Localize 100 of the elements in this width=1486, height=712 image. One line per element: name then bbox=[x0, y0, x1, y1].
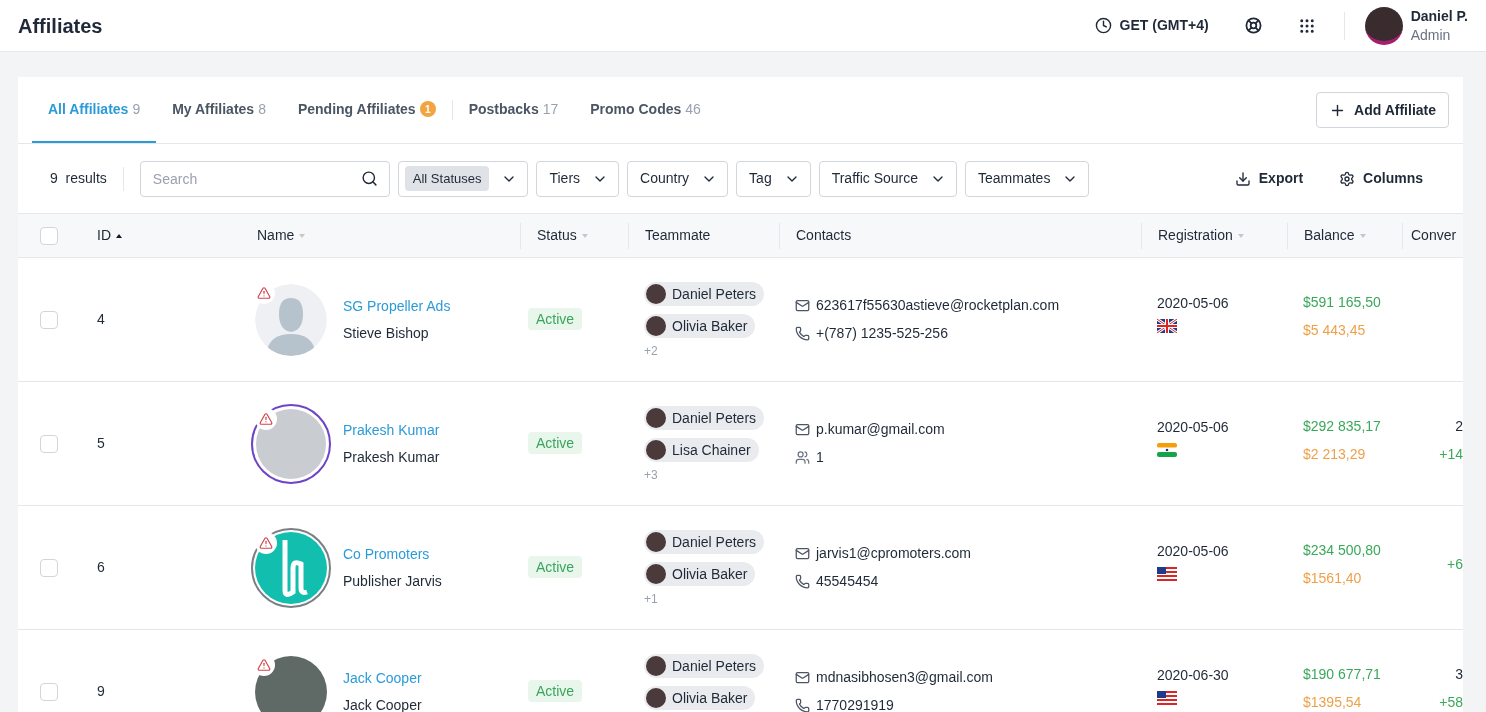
column-header[interactable]: Balance bbox=[1304, 225, 1355, 246]
results-count: 9 results bbox=[50, 169, 107, 188]
more-count: +3 bbox=[644, 467, 658, 484]
pending-amount: $5 443,45 bbox=[1303, 321, 1367, 340]
contact-name: Publisher Jarvis bbox=[343, 571, 442, 591]
registration-date: 2020-05-06 bbox=[1157, 541, 1230, 561]
flag-icon bbox=[1157, 566, 1177, 581]
timezone-button[interactable]: GET (GMT+4) bbox=[1094, 15, 1209, 36]
email-text: 623617f55630astieve@rocketplan.com bbox=[816, 296, 1060, 315]
tab-count: 17 bbox=[542, 99, 559, 119]
row-checkbox[interactable] bbox=[40, 558, 58, 577]
add-affiliate-button[interactable]: Add Affiliate bbox=[1316, 92, 1449, 128]
search-field[interactable]: Search bbox=[139, 160, 390, 197]
flag-icon bbox=[1157, 442, 1177, 457]
email-text: p.kumar@gmail.com bbox=[816, 420, 945, 439]
filter-dropdown[interactable]: Traffic Source bbox=[818, 160, 958, 197]
conversion-value: +6 bbox=[1447, 555, 1463, 574]
teammate-chip[interactable]: Daniel Peters bbox=[644, 406, 765, 430]
column-header[interactable]: Contacts bbox=[796, 225, 852, 246]
conversion-value: 3 bbox=[1455, 665, 1463, 684]
column-header[interactable]: Registration bbox=[1158, 225, 1233, 246]
warning-icon bbox=[259, 535, 273, 550]
balance-amount: $292 835,17 bbox=[1303, 417, 1382, 436]
teammate-chip[interactable]: Lisa Chainer bbox=[644, 438, 759, 462]
phone-icon bbox=[795, 698, 810, 712]
filter-dropdown[interactable]: Teammates bbox=[965, 160, 1090, 197]
column-header[interactable]: Teammate bbox=[645, 225, 711, 246]
sort-down-icon[interactable] bbox=[298, 232, 307, 239]
export-button[interactable]: Export bbox=[1226, 168, 1312, 189]
teammate-chip[interactable]: Olivia Baker bbox=[644, 562, 756, 586]
filter-dropdown[interactable]: Tag bbox=[736, 160, 811, 197]
teammate-chip[interactable]: Daniel Peters bbox=[644, 530, 765, 554]
column-header[interactable]: Name bbox=[257, 225, 295, 246]
apps-grid-icon[interactable] bbox=[1297, 16, 1316, 35]
balance-amount: $591 165,50 bbox=[1303, 293, 1382, 312]
teammate-chip[interactable]: Daniel Peters bbox=[644, 654, 765, 678]
status-badge: Active bbox=[528, 556, 583, 578]
clock-icon bbox=[1094, 17, 1112, 34]
conversion-value: +14 bbox=[1439, 445, 1463, 464]
sort-down-icon[interactable] bbox=[1358, 232, 1367, 239]
row-checkbox[interactable] bbox=[40, 434, 58, 453]
table-cell: 6 bbox=[97, 559, 105, 575]
column-header[interactable]: Conver bbox=[1411, 225, 1457, 246]
tab-count: 8 bbox=[258, 99, 266, 119]
contact-name: Prakesh Kumar bbox=[343, 447, 440, 467]
status-badge: Active bbox=[528, 308, 583, 330]
status-badge: Active bbox=[528, 432, 583, 454]
settings-icon bbox=[1339, 170, 1356, 187]
column-header[interactable]: ID bbox=[97, 225, 111, 246]
pending-amount: $1395,54 bbox=[1303, 693, 1363, 712]
contact-text: 1770291919 bbox=[816, 696, 894, 712]
mail-icon bbox=[795, 546, 810, 561]
sort-up-icon[interactable] bbox=[115, 232, 123, 239]
registration-date: 2020-05-06 bbox=[1157, 417, 1230, 437]
sort-down-icon[interactable] bbox=[580, 232, 589, 239]
user-avatar[interactable] bbox=[1364, 6, 1403, 45]
select-all-checkbox[interactable] bbox=[40, 226, 58, 245]
pending-amount: $1561,40 bbox=[1303, 569, 1363, 588]
filter-dropdown[interactable]: Tiers bbox=[536, 160, 620, 197]
lifebuoy-icon[interactable] bbox=[1244, 17, 1262, 34]
conversion-value: 2 bbox=[1455, 417, 1463, 436]
photo-placeholder bbox=[256, 408, 326, 479]
tab[interactable]: Promo Codes 46 bbox=[574, 77, 717, 143]
phone-icon bbox=[795, 326, 810, 341]
teammate-chip[interactable]: Olivia Baker bbox=[644, 686, 756, 710]
contact-text: +(787) 1235-525-256 bbox=[816, 324, 948, 343]
tab[interactable]: Pending Affiliates 1 bbox=[281, 77, 452, 143]
table-cell: 9 bbox=[97, 683, 105, 699]
contact-text: 1 bbox=[816, 448, 824, 467]
row-checkbox[interactable] bbox=[40, 682, 58, 701]
column-header[interactable]: Status bbox=[537, 225, 577, 246]
user-name: Daniel P. bbox=[1410, 6, 1468, 26]
conversion-value: +58 bbox=[1439, 693, 1463, 712]
pending-amount: $2 213,29 bbox=[1303, 445, 1367, 464]
warning-icon bbox=[257, 285, 271, 300]
filter-dropdown[interactable]: Country bbox=[627, 160, 729, 197]
columns-button[interactable]: Columns bbox=[1331, 168, 1431, 189]
contact-text: 45545454 bbox=[816, 572, 879, 591]
contact-name: Jack Cooper bbox=[343, 695, 422, 712]
tab-count: 9 bbox=[132, 99, 141, 119]
registration-date: 2020-05-06 bbox=[1157, 293, 1230, 313]
tab[interactable]: Postbacks 17 bbox=[452, 77, 575, 143]
contact-name: Stieve Bishop bbox=[343, 323, 430, 343]
registration-date: 2020-06-30 bbox=[1157, 665, 1230, 685]
count-badge: 1 bbox=[419, 101, 436, 117]
search-icon[interactable] bbox=[360, 169, 378, 187]
people-icon bbox=[795, 450, 810, 465]
email-text: jarvis1@cpromoters.com bbox=[816, 544, 972, 563]
teammate-chip[interactable]: Daniel Peters bbox=[644, 282, 765, 306]
tab[interactable]: My Affiliates 8 bbox=[156, 77, 282, 143]
balance-amount: $190 677,71 bbox=[1303, 665, 1382, 684]
download-icon bbox=[1234, 170, 1251, 187]
more-count: +1 bbox=[644, 591, 658, 608]
row-checkbox[interactable] bbox=[40, 310, 58, 329]
user-role: Admin bbox=[1410, 25, 1452, 45]
teammate-chip[interactable]: Olivia Baker bbox=[644, 314, 756, 338]
flag-icon bbox=[1157, 690, 1177, 705]
filter-dropdown[interactable]: All Statuses bbox=[397, 160, 529, 197]
sort-down-icon[interactable] bbox=[1236, 232, 1245, 239]
warning-icon bbox=[259, 411, 273, 426]
